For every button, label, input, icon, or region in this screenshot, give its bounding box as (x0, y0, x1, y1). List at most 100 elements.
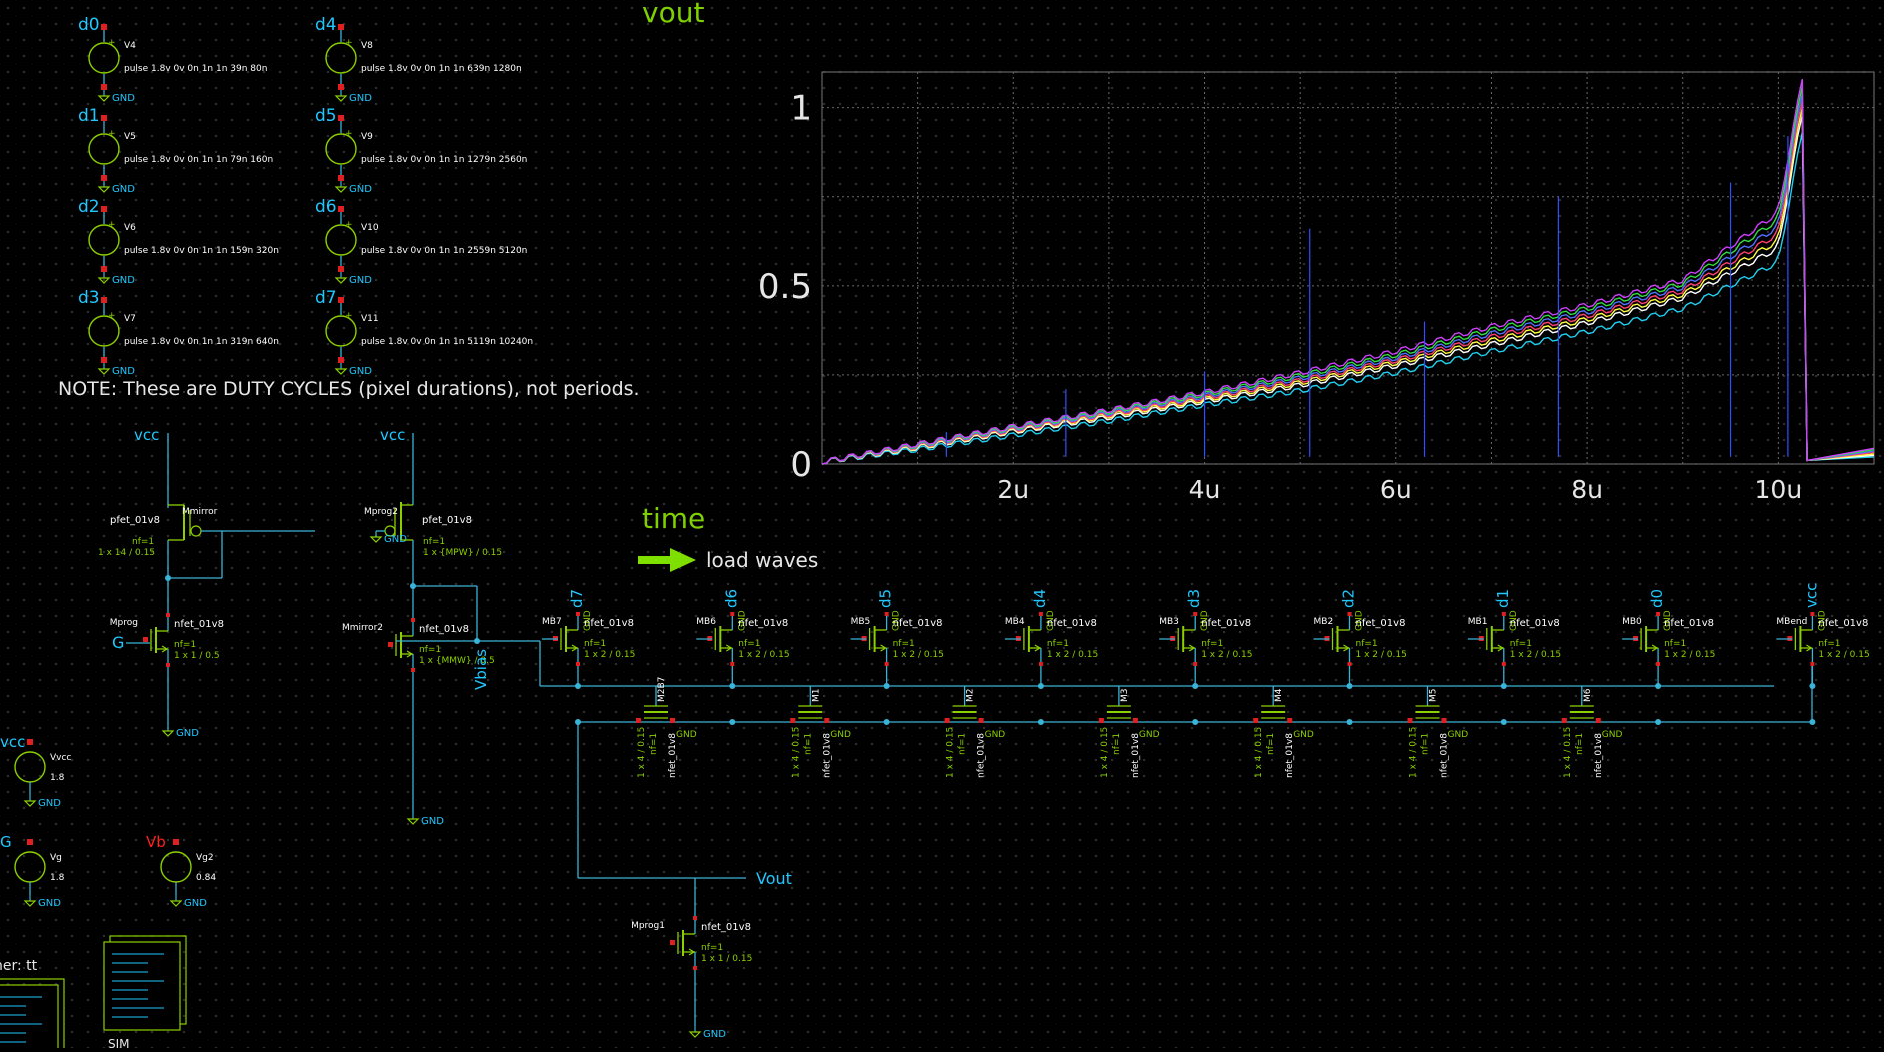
transistor-model: nfet_01v8 (584, 618, 634, 629)
load-waves-button[interactable]: load waves (638, 548, 818, 572)
x-tick-label: 4u (1189, 475, 1221, 504)
ground-label: GND (112, 184, 135, 195)
source-node-label: d4 (315, 15, 337, 35)
ground-label: GND (985, 730, 1006, 740)
source-node-label: d0 (78, 15, 100, 35)
ground-symbol (161, 730, 175, 737)
ladder-node-label: d0 (1648, 589, 1666, 608)
pin (388, 642, 393, 647)
pin (884, 612, 889, 616)
junction (165, 575, 171, 581)
transistor-nf: nf=1 (1112, 733, 1122, 755)
transistor-model: nfet_01v8 (893, 618, 943, 629)
transistor-size: 1 x 4 / 0.15 (637, 727, 647, 778)
ladder-node-label: vcc (1802, 583, 1820, 608)
pin (338, 357, 344, 363)
pmos-bubble (190, 525, 202, 537)
source-name: V10 (361, 223, 379, 233)
transistor-size: 1 x 2 / 0.15 (1510, 650, 1561, 660)
transistor-model: nfet_01v8 (977, 733, 987, 778)
transistor-model: nfet_01v8 (1440, 733, 1450, 778)
pin (1441, 718, 1447, 723)
transistor-nf: nf=1 (1575, 733, 1585, 755)
transistor-nf: nf=1 (649, 733, 659, 755)
transistor-nf: nf=1 (958, 733, 968, 755)
pin (693, 916, 697, 920)
pin (1193, 612, 1198, 616)
transistor-model: nfet_01v8 (1594, 733, 1604, 778)
net-label-vcc: vcc (380, 426, 405, 444)
source-name: V4 (124, 41, 136, 51)
source-name: V6 (124, 223, 136, 233)
transistor-name: M4 (1274, 688, 1284, 702)
pin (670, 718, 675, 723)
pin (27, 739, 33, 745)
pin (1810, 612, 1815, 616)
ground-symbol (334, 368, 348, 375)
pin (1501, 662, 1506, 666)
transistor-nf: nf=1 (1818, 639, 1840, 649)
transistor-name: MB5 (851, 617, 871, 627)
ground-symbol (369, 536, 383, 543)
transistor-size: 1 x 2 / 0.15 (1664, 650, 1715, 660)
transistor-name: MB1 (1468, 617, 1488, 627)
pin (790, 718, 796, 723)
ground-label: GND (38, 798, 61, 809)
source-node-label: d3 (78, 288, 100, 308)
series-line (821, 78, 1875, 465)
transistor-nf: nf=1 (738, 639, 760, 649)
transistor-name: Mprog2 (364, 507, 398, 517)
supply-name: Vg (50, 853, 62, 863)
transistor-size: 1 x 4 / 0.15 (1100, 727, 1110, 778)
source-spec: pulse 1.8v 0v 0n 1n 1n 2559n 5120n (361, 246, 527, 256)
supply-value: 1.8 (50, 773, 65, 783)
net-label-G: G (112, 633, 124, 652)
transistor-size: 1 x 2 / 0.15 (893, 650, 944, 660)
ground-label: GND (112, 275, 135, 286)
source-spec: pulse 1.8v 0v 0n 1n 1n 1279n 2560n (361, 155, 527, 165)
pin (1132, 718, 1138, 723)
transistor-size: 1 x {MPW} / 0.15 (423, 548, 502, 558)
supply-value: 1.8 (50, 873, 65, 883)
ground-symbol (334, 95, 348, 102)
supply-name: Vg2 (196, 853, 214, 863)
transistor-nf: nf=1 (803, 733, 813, 755)
pin (166, 663, 170, 667)
transistor-name: MBend (1776, 617, 1807, 627)
supply-value: 0.84 (196, 873, 216, 883)
ground-label: GND (1602, 730, 1623, 740)
pin (693, 966, 697, 970)
transistor-nf: nf=1 (423, 537, 445, 547)
transistor-nf: nf=1 (419, 645, 441, 655)
transistor-name: MB2 (1314, 617, 1334, 627)
pin (338, 297, 344, 303)
pin (636, 718, 641, 723)
pin (824, 718, 830, 723)
ground-symbol (406, 818, 420, 825)
voltage-source-symbol (160, 851, 192, 883)
ground-symbol (23, 900, 37, 907)
pin (101, 206, 107, 212)
pin (101, 24, 107, 30)
arrow-right-icon (638, 548, 696, 572)
transistor-size: 1 x 2 / 0.15 (1047, 650, 1098, 660)
x-tick-label: 10u (1755, 475, 1803, 504)
pin (338, 115, 344, 121)
pin (166, 613, 170, 617)
source-spec: pulse 1.8v 0v 0n 1n 1n 159n 320n (124, 246, 279, 256)
pin (101, 84, 107, 90)
waveform-plot[interactable]: 0 0.5 1 2u 4u 6u 8u 10u (640, 0, 1884, 510)
pin (101, 297, 107, 303)
source-node-label: d2 (78, 197, 100, 217)
pin (1656, 612, 1661, 616)
pin (101, 266, 107, 272)
transistor-nf: nf=1 (1421, 733, 1431, 755)
transistor-model: nfet_01v8 (822, 733, 832, 778)
source-spec: pulse 1.8v 0v 0n 1n 1n 639n 1280n (361, 64, 522, 74)
transistor-nf: nf=1 (174, 640, 196, 650)
ladder-node-label: d7 (568, 589, 586, 608)
pin (338, 84, 344, 90)
supply-name: Vvcc (50, 753, 71, 763)
transistor-size: 1 x 4 / 0.15 (1254, 727, 1264, 778)
source-name: V11 (361, 314, 379, 324)
